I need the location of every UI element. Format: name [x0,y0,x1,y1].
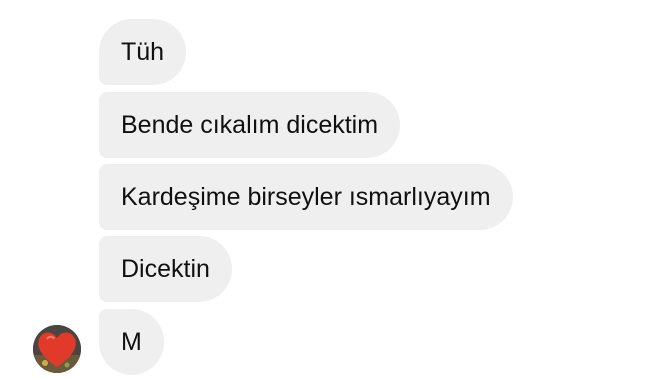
message-text: Dicektin [121,255,210,283]
message-text: Kardeşime birseyler ısmarlıyayım [121,183,491,211]
message-bubble[interactable]: Tüh [99,19,187,85]
message-bubble[interactable]: M [99,309,164,375]
message-text: Bende cıkalım dicektim [121,111,379,139]
message-bubble[interactable]: Bende cıkalım dicektim [99,92,401,158]
message-text: M [121,328,142,356]
message-text: Tüh [121,38,165,66]
chat-thread: Tüh Bende cıkalım dicektim Kardeşime bir… [0,0,672,378]
message-bubble[interactable]: Kardeşime birseyler ısmarlıyayım [99,164,513,230]
heart-avatar-icon [33,325,81,373]
sender-avatar[interactable] [33,325,81,373]
message-bubble[interactable]: Dicektin [99,236,232,302]
